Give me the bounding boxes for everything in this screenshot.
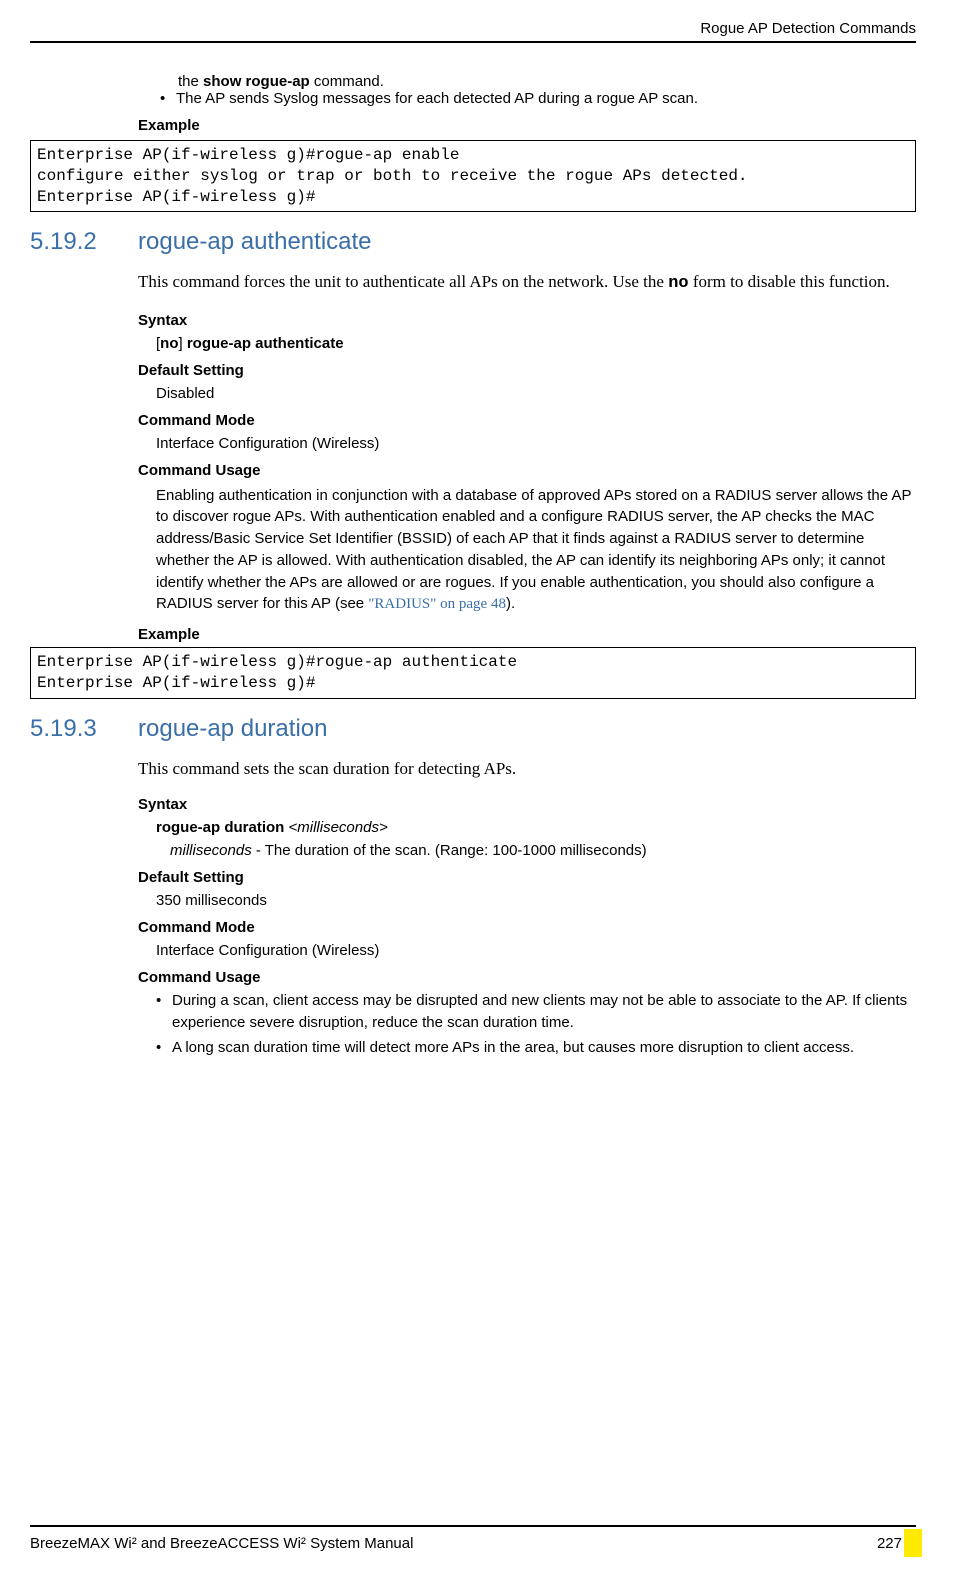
- section-number-5-19-3: 5.19.3: [30, 715, 138, 743]
- page-number-box: 227: [871, 1533, 916, 1554]
- section2-mode-value: Interface Configuration (Wireless): [156, 942, 916, 959]
- section-5-19-2-header: 5.19.2 rogue-ap authenticate: [30, 228, 916, 256]
- header-rule: [30, 41, 916, 43]
- section2-syntax-line: rogue-ap duration <milliseconds>: [156, 819, 916, 836]
- section2-bullet1-text: During a scan, client access may be disr…: [172, 990, 916, 1034]
- syntax-no: no: [160, 335, 178, 352]
- section1-desc-suffix: form to disable this function.: [689, 272, 890, 291]
- section2-bullet2-text: A long scan duration time will detect mo…: [172, 1037, 916, 1059]
- section1-usage-text: Enabling authentication in conjunction w…: [156, 485, 916, 617]
- syntax-arg-ms: <milliseconds>: [289, 819, 388, 836]
- bullet-icon: •: [156, 1037, 172, 1059]
- intro-line1-prefix: the: [178, 73, 203, 90]
- section2-description: This command sets the scan duration for …: [138, 755, 916, 782]
- section-title-duration: rogue-ap duration: [138, 715, 327, 743]
- section1-default-value: Disabled: [156, 385, 916, 402]
- section2-mode-label: Command Mode: [138, 919, 916, 936]
- page-marker-icon: [904, 1529, 922, 1557]
- section1-mode-value: Interface Configuration (Wireless): [156, 435, 916, 452]
- section1-default-label: Default Setting: [138, 362, 916, 379]
- syntax-cmd-authenticate: rogue-ap authenticate: [187, 335, 344, 352]
- section1-example-label: Example: [138, 626, 916, 643]
- page-footer: BreezeMAX Wi² and BreezeACCESS Wi² Syste…: [30, 1518, 916, 1555]
- section1-description: This command forces the unit to authenti…: [138, 268, 916, 297]
- usage-text-post: ).: [506, 595, 515, 612]
- usage-text-pre: Enabling authentication in conjunction w…: [156, 487, 911, 613]
- example1-code: Enterprise AP(if-wireless g)#rogue-ap en…: [30, 140, 916, 212]
- arg-name: milliseconds: [170, 842, 252, 859]
- section1-syntax-label: Syntax: [138, 312, 916, 329]
- section2-bullet1-row: • During a scan, client access may be di…: [156, 990, 916, 1034]
- radius-link[interactable]: "RADIUS" on page 48: [368, 596, 506, 612]
- intro-bullet-text: The AP sends Syslog messages for each de…: [176, 90, 916, 107]
- section2-default-label: Default Setting: [138, 869, 916, 886]
- syntax-bracket-close: ]: [179, 335, 187, 352]
- bullet-icon: •: [160, 90, 176, 107]
- syntax-cmd-duration: rogue-ap duration: [156, 819, 289, 836]
- page-number: 227: [877, 1535, 902, 1552]
- section2-arg-desc: milliseconds - The duration of the scan.…: [170, 842, 916, 859]
- section1-usage-label: Command Usage: [138, 462, 916, 479]
- section2-bullet2-row: • A long scan duration time will detect …: [156, 1037, 916, 1059]
- section2-default-value: 350 milliseconds: [156, 892, 916, 909]
- header-chapter-title: Rogue AP Detection Commands: [30, 20, 916, 37]
- intro-bullet-row: • The AP sends Syslog messages for each …: [160, 90, 916, 107]
- section1-desc-prefix: This command forces the unit to authenti…: [138, 272, 668, 291]
- section-5-19-3-header: 5.19.3 rogue-ap duration: [30, 715, 916, 743]
- arg-desc-text: - The duration of the scan. (Range: 100-…: [252, 842, 647, 859]
- section2-usage-label: Command Usage: [138, 969, 916, 986]
- intro-continuation: the show rogue-ap command.: [178, 73, 916, 90]
- section-number-5-19-2: 5.19.2: [30, 228, 138, 256]
- intro-line1-suffix: command.: [310, 73, 384, 90]
- section2-syntax-label: Syntax: [138, 796, 916, 813]
- footer-rule: [30, 1525, 916, 1527]
- footer-manual-title: BreezeMAX Wi² and BreezeACCESS Wi² Syste…: [30, 1535, 413, 1552]
- intro-line1-bold: show rogue-ap: [203, 73, 310, 90]
- section1-mode-label: Command Mode: [138, 412, 916, 429]
- section1-desc-bold: no: [668, 274, 688, 293]
- bullet-icon: •: [156, 990, 172, 1034]
- section-title-authenticate: rogue-ap authenticate: [138, 228, 372, 256]
- section1-syntax-line: [no] rogue-ap authenticate: [156, 335, 916, 352]
- example1-label: Example: [138, 117, 916, 134]
- section1-example-code: Enterprise AP(if-wireless g)#rogue-ap au…: [30, 647, 916, 699]
